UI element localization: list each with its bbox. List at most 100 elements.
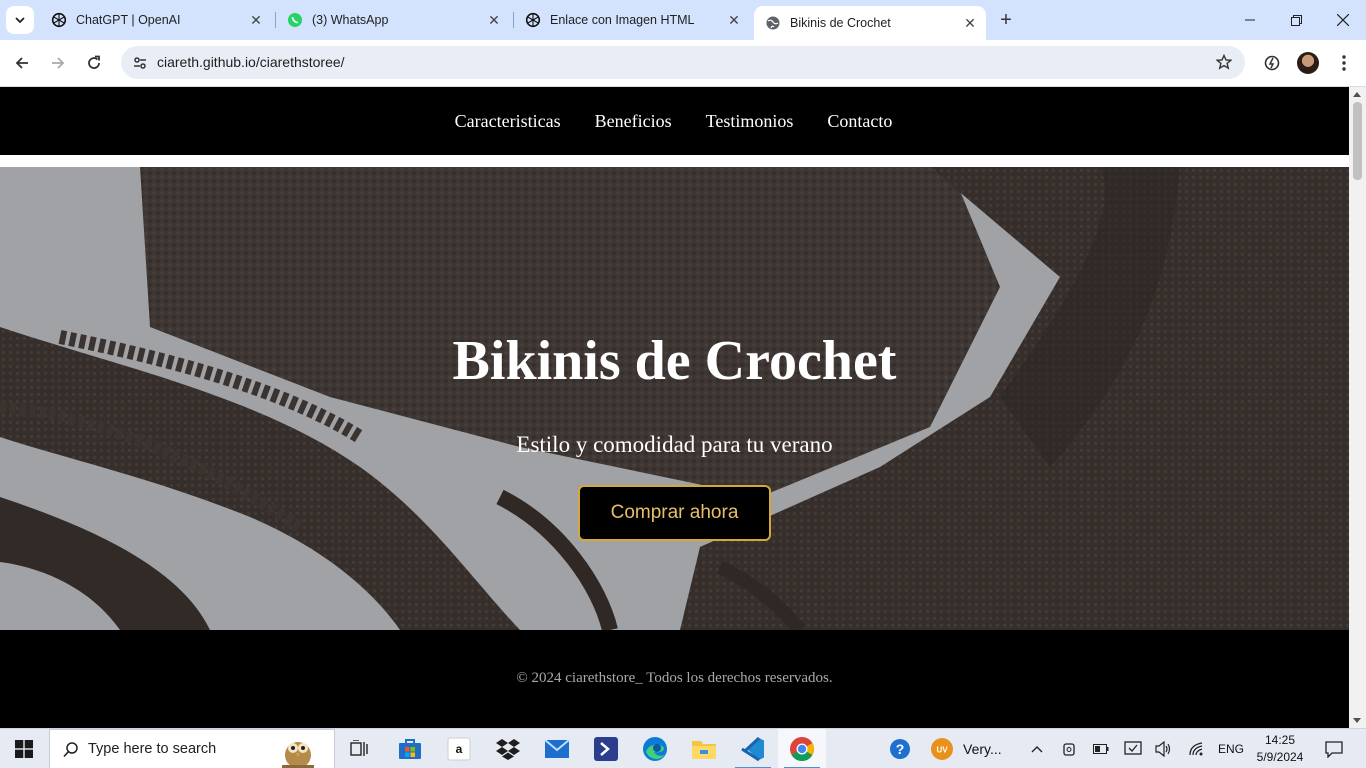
browser-menu-button[interactable] (1330, 49, 1358, 77)
monitor-check-icon (1124, 741, 1142, 755)
taskbar-search-box[interactable]: Type here to search (49, 729, 335, 768)
profile-avatar[interactable] (1297, 52, 1319, 74)
tab-bikinis-active[interactable]: Bikinis de Crochet ✕ (754, 6, 986, 40)
nav-link-beneficios[interactable]: Beneficios (595, 111, 672, 132)
task-view-button[interactable] (336, 729, 384, 768)
extension-icon (1264, 55, 1280, 71)
weather-widget[interactable]: UV Very... (930, 729, 1008, 768)
help-icon: ? (890, 739, 910, 759)
copyright-text: © 2024 ciarethstore_ Todos los derechos … (516, 670, 833, 686)
taskbar-chrome-button[interactable] (778, 729, 826, 768)
amazon-icon: a (447, 737, 471, 761)
device-tray-icon[interactable] (1122, 729, 1144, 768)
back-button[interactable] (8, 49, 36, 77)
taskbar-file-explorer-button[interactable] (680, 729, 728, 768)
chrome-icon (790, 737, 815, 762)
page-viewport: Caracteristicas Beneficios Testimonios C… (0, 87, 1349, 728)
taskbar-edge-button[interactable] (631, 729, 679, 768)
tab-strip: ChatGPT | OpenAI ✕ (3) WhatsApp ✕ Enlace… (0, 0, 1366, 40)
task-view-icon (350, 740, 368, 756)
minimize-icon (1245, 19, 1255, 21)
scroll-up-arrow-icon[interactable] (1353, 92, 1361, 97)
hero-section: Bikinis de Crochet Estilo y comodidad pa… (0, 167, 1349, 630)
taskbar-vscode-button[interactable] (729, 729, 777, 768)
tab-title: (3) WhatsApp (312, 13, 389, 27)
extensions-button[interactable] (1258, 49, 1286, 77)
hero-overlay (0, 167, 1349, 630)
close-window-button[interactable] (1320, 0, 1366, 40)
reload-button[interactable] (80, 49, 108, 77)
language-indicator[interactable]: ENG (1214, 729, 1248, 768)
nav-link-contacto[interactable]: Contacto (827, 111, 892, 132)
tab-whatsapp[interactable]: (3) WhatsApp ✕ (276, 0, 510, 40)
start-button[interactable] (0, 729, 48, 768)
openai-icon (51, 12, 67, 28)
weather-label: Very... (963, 741, 1002, 757)
openai-icon (525, 12, 541, 28)
close-icon (1337, 14, 1349, 26)
tab-chatgpt[interactable]: ChatGPT | OpenAI ✕ (40, 0, 272, 40)
clock-date: 5/9/2024 (1256, 750, 1304, 764)
windows-taskbar: Type here to search a ? UV Very... ENG 1… (0, 728, 1366, 768)
taskbar-clock[interactable]: 14:25 5/9/2024 (1250, 732, 1310, 766)
url-text: ciareth.github.io/ciarethstoree/ (157, 54, 345, 70)
bookmark-star-icon[interactable] (1215, 53, 1233, 71)
nav-link-caracteristicas[interactable]: Caracteristicas (455, 111, 561, 132)
tab-search-button[interactable] (6, 6, 34, 34)
forward-button[interactable] (44, 49, 72, 77)
address-bar[interactable]: ciareth.github.io/ciarethstoree/ (121, 46, 1245, 79)
speaker-icon (1155, 741, 1171, 757)
arrow-right-icon (52, 57, 65, 69)
tab-enlace[interactable]: Enlace con Imagen HTML ✕ (514, 0, 750, 40)
page-scrollbar[interactable] (1349, 87, 1366, 728)
microsoft-store-icon (399, 739, 421, 759)
arrow-left-icon (15, 57, 28, 69)
reload-icon (88, 55, 100, 69)
scroll-down-arrow-icon[interactable] (1353, 718, 1361, 723)
battery-icon (1093, 744, 1109, 754)
meet-now-tray-icon[interactable] (1058, 729, 1080, 768)
nav-link-testimonios[interactable]: Testimonios (706, 111, 794, 132)
taskbar-dropbox-button[interactable] (484, 729, 532, 768)
restore-button[interactable] (1273, 0, 1319, 40)
folder-icon (692, 741, 716, 759)
notifications-button[interactable] (1318, 729, 1350, 768)
whatsapp-icon (287, 12, 303, 28)
battery-tray-icon[interactable] (1090, 729, 1112, 768)
close-icon[interactable]: ✕ (246, 10, 266, 30)
scrollbar-thumb[interactable] (1353, 102, 1362, 180)
help-tray-button[interactable]: ? (884, 729, 916, 768)
taskbar-mail-button[interactable] (533, 729, 581, 768)
search-placeholder: Type here to search (88, 741, 217, 757)
terminal-app-icon (594, 737, 618, 761)
notification-icon (1325, 741, 1343, 758)
close-icon[interactable]: ✕ (960, 13, 980, 33)
taskbar-amazon-button[interactable]: a (435, 729, 483, 768)
show-hidden-icons-button[interactable] (1026, 729, 1048, 768)
chevron-down-icon (15, 17, 25, 24)
mail-icon (544, 739, 570, 758)
chevron-up-icon (1031, 746, 1043, 753)
uv-sun-icon: UV (931, 738, 953, 760)
camera-icon (1063, 743, 1075, 756)
globe-icon (765, 15, 781, 31)
volume-tray-icon[interactable] (1153, 729, 1175, 768)
svg-text:a: a (456, 742, 463, 756)
clock-time: 14:25 (1264, 733, 1296, 747)
dropbox-icon (496, 739, 520, 760)
wifi-icon (1189, 742, 1203, 756)
tab-title: Enlace con Imagen HTML (550, 13, 695, 27)
svg-text:UV: UV (936, 746, 948, 755)
close-icon[interactable]: ✕ (484, 10, 504, 30)
site-settings-icon[interactable] (127, 50, 152, 75)
minimize-button[interactable] (1227, 0, 1273, 40)
close-icon[interactable]: ✕ (724, 10, 744, 30)
taskbar-store-button[interactable] (386, 729, 434, 768)
new-tab-button[interactable]: + (994, 8, 1018, 32)
network-tray-icon[interactable] (1186, 729, 1208, 768)
tab-title: Bikinis de Crochet (790, 16, 891, 30)
taskbar-powershell-button[interactable] (582, 729, 630, 768)
buy-now-button[interactable]: Comprar ahora (578, 485, 771, 541)
browser-toolbar: ciareth.github.io/ciarethstoree/ (0, 40, 1366, 87)
hero-subtitle: Estilo y comodidad para tu verano (516, 432, 833, 457)
